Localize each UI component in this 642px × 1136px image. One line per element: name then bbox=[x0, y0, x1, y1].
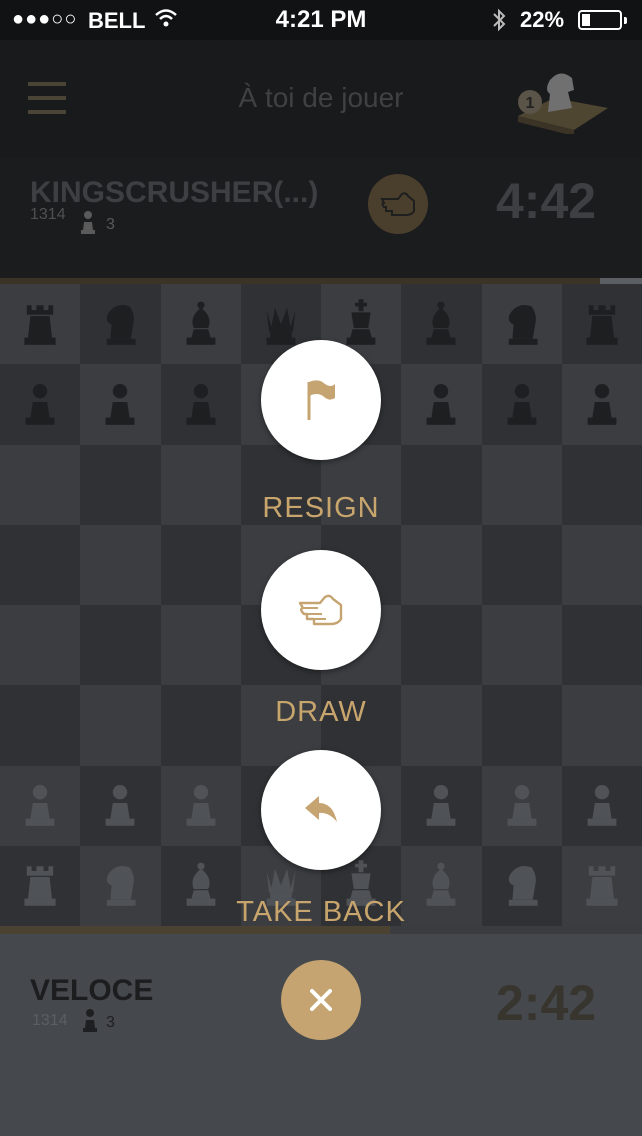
board-square[interactable] bbox=[401, 765, 482, 846]
board-square[interactable] bbox=[561, 765, 642, 846]
resign-button[interactable] bbox=[261, 340, 381, 460]
games-knight-icon[interactable]: 1 bbox=[514, 64, 610, 139]
pawn-icon bbox=[82, 1008, 98, 1037]
black-bishop-icon[interactable] bbox=[177, 296, 225, 353]
white-pawn-icon[interactable] bbox=[417, 777, 465, 834]
board-square[interactable] bbox=[561, 364, 642, 445]
board-square[interactable] bbox=[401, 364, 482, 445]
app-header: À toi de jouer 1 bbox=[0, 40, 642, 158]
board-square[interactable] bbox=[80, 605, 161, 686]
opponent-name: KINGSCRUSHER(...) bbox=[30, 176, 319, 209]
close-button[interactable] bbox=[281, 960, 361, 1040]
board-square[interactable] bbox=[160, 284, 241, 365]
black-bishop-icon[interactable] bbox=[417, 296, 465, 353]
status-bar: ●●●○○ BELL 4:21 PM 22% bbox=[0, 0, 642, 40]
board-square[interactable] bbox=[80, 765, 161, 846]
battery-icon bbox=[578, 10, 627, 30]
white-pawn-icon[interactable] bbox=[498, 777, 546, 834]
board-square[interactable] bbox=[80, 364, 161, 445]
board-square[interactable] bbox=[561, 284, 642, 365]
black-pawn-icon[interactable] bbox=[498, 376, 546, 433]
board-square[interactable] bbox=[160, 765, 241, 846]
board-square[interactable] bbox=[481, 605, 562, 686]
board-square[interactable] bbox=[401, 605, 482, 686]
black-pawn-icon[interactable] bbox=[96, 376, 144, 433]
white-pawn-icon[interactable] bbox=[177, 777, 225, 834]
black-rook-icon[interactable] bbox=[578, 296, 626, 353]
white-pawn-icon[interactable] bbox=[578, 777, 626, 834]
takeback-label: TAKE BACK bbox=[236, 896, 406, 928]
handshake-icon bbox=[298, 594, 343, 626]
black-pawn-icon[interactable] bbox=[417, 376, 465, 433]
undo-arrow-icon bbox=[305, 796, 337, 822]
player-pieces: 3 bbox=[106, 1014, 115, 1031]
board-square[interactable] bbox=[80, 524, 161, 605]
opponent-clock: 4:42 bbox=[496, 173, 597, 229]
flag-icon bbox=[307, 380, 335, 420]
opponent-pieces: 3 bbox=[106, 216, 115, 233]
player-clock: 2:42 bbox=[496, 975, 597, 1031]
board-square[interactable] bbox=[401, 284, 482, 365]
battery-percent: 22% bbox=[520, 7, 565, 32]
white-pawn-icon[interactable] bbox=[16, 777, 64, 834]
black-pawn-icon[interactable] bbox=[578, 376, 626, 433]
board-square[interactable] bbox=[0, 605, 81, 686]
board-square[interactable] bbox=[481, 524, 562, 605]
pawn-icon bbox=[80, 210, 96, 239]
board-square[interactable] bbox=[401, 524, 482, 605]
black-pawn-icon[interactable] bbox=[16, 376, 64, 433]
badge-count: 1 bbox=[526, 95, 535, 112]
black-knight-icon[interactable] bbox=[498, 296, 546, 353]
draw-offer-icon[interactable] bbox=[368, 174, 428, 234]
draw-button[interactable] bbox=[261, 550, 381, 670]
white-pawn-icon[interactable] bbox=[96, 777, 144, 834]
board-square[interactable] bbox=[80, 284, 161, 365]
board-square[interactable] bbox=[0, 284, 81, 365]
board-square[interactable] bbox=[561, 524, 642, 605]
player-name: VELOCE bbox=[30, 974, 154, 1007]
black-rook-icon[interactable] bbox=[16, 296, 64, 353]
takeback-button[interactable] bbox=[261, 750, 381, 870]
bluetooth-icon bbox=[490, 8, 508, 37]
board-square[interactable] bbox=[481, 284, 562, 365]
opponent-rating: 1314 bbox=[30, 206, 66, 223]
opponent-bar: KINGSCRUSHER(...) 1314 3 4:42 bbox=[0, 158, 642, 278]
player-rating: 1314 bbox=[32, 1012, 68, 1029]
board-square[interactable] bbox=[0, 364, 81, 445]
board-square[interactable] bbox=[0, 524, 81, 605]
black-pawn-icon[interactable] bbox=[177, 376, 225, 433]
close-icon bbox=[310, 989, 332, 1011]
draw-label: DRAW bbox=[275, 696, 367, 728]
board-square[interactable] bbox=[481, 765, 562, 846]
board-square[interactable] bbox=[0, 765, 81, 846]
board-square[interactable] bbox=[481, 364, 562, 445]
board-square[interactable] bbox=[160, 364, 241, 445]
board-square[interactable] bbox=[561, 605, 642, 686]
board-square[interactable] bbox=[160, 524, 241, 605]
resign-label: RESIGN bbox=[262, 492, 380, 524]
black-knight-icon[interactable] bbox=[96, 296, 144, 353]
board-square[interactable] bbox=[160, 605, 241, 686]
